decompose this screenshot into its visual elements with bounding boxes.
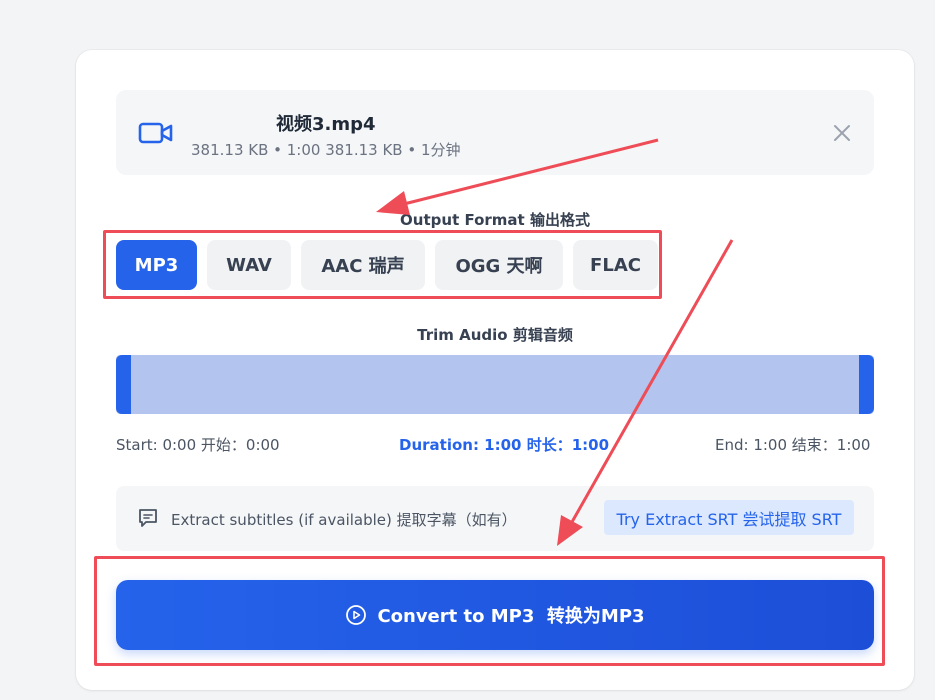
output-format-label: Output Format 输出格式 xyxy=(400,211,590,229)
format-wav-button[interactable]: WAV xyxy=(207,240,291,290)
format-aac-button[interactable]: AAC 瑞声 xyxy=(301,240,425,290)
video-camera-icon xyxy=(138,122,173,144)
format-options: MP3 WAV AAC 瑞声 OGG 天啊 FLAC xyxy=(116,240,658,290)
format-flac-button[interactable]: FLAC xyxy=(573,240,658,290)
file-info-box xyxy=(116,90,874,175)
trim-start-time: Start: 0:00 开始：0:00 xyxy=(116,436,280,454)
trim-start-handle[interactable] xyxy=(116,355,131,414)
format-mp3-button[interactable]: MP3 xyxy=(116,240,197,290)
play-circle-icon xyxy=(346,605,367,625)
convert-button-label: Convert to MP3 转换为MP3 xyxy=(377,606,645,627)
close-icon[interactable] xyxy=(831,122,853,144)
trim-audio-label: Trim Audio 剪辑音频 xyxy=(417,326,573,344)
trim-end-time: End: 1:00 结束：1:00 xyxy=(715,436,871,454)
trim-duration: Duration: 1:00 时长：1:00 xyxy=(399,436,610,454)
subtitles-icon xyxy=(139,509,157,527)
subtitles-text: Extract subtitles (if available) 提取字幕（如有… xyxy=(171,511,517,529)
convert-button[interactable]: Convert to MP3 转换为MP3 xyxy=(116,580,874,650)
trim-end-handle[interactable] xyxy=(859,355,874,414)
file-meta: 381.13 KB • 1:00 381.13 KB • 1分钟 xyxy=(191,141,461,159)
format-ogg-button[interactable]: OGG 天啊 xyxy=(435,240,563,290)
trim-range-bar[interactable] xyxy=(116,355,874,414)
file-name: 视频3.mp4 xyxy=(276,114,376,135)
try-extract-srt-button[interactable]: Try Extract SRT 尝试提取 SRT xyxy=(604,500,854,535)
